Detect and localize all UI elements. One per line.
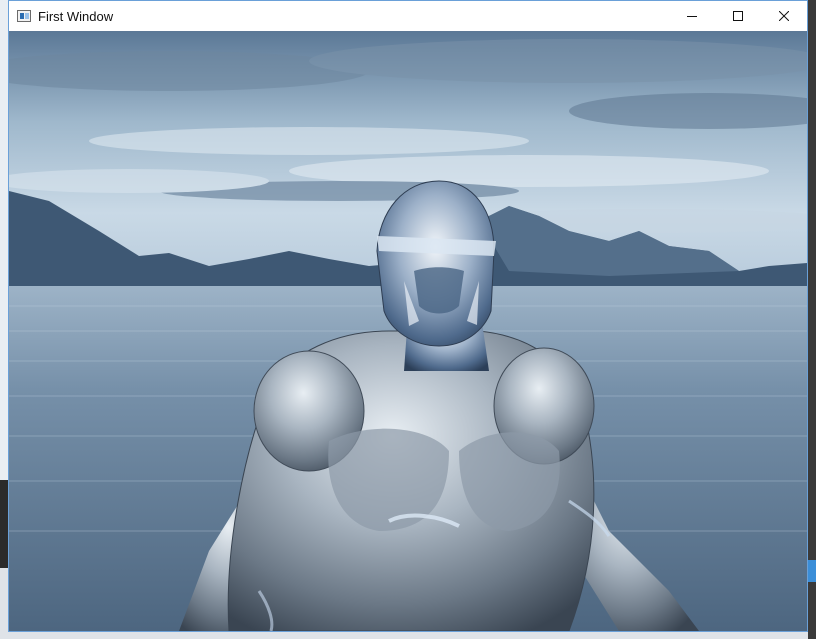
minimize-button[interactable] — [669, 1, 715, 31]
close-button[interactable] — [761, 1, 807, 31]
close-icon — [779, 11, 789, 21]
desktop-accent — [808, 560, 816, 582]
maximize-button[interactable] — [715, 1, 761, 31]
window-title: First Window — [38, 8, 114, 24]
app-window: First Window — [8, 0, 808, 632]
minimize-icon — [687, 16, 697, 17]
maximize-icon — [733, 11, 743, 21]
application-icon — [17, 10, 31, 22]
scene-canvas — [9, 31, 807, 631]
desktop-background-right — [808, 0, 816, 639]
caption-buttons — [669, 1, 807, 31]
title-bar[interactable]: First Window — [9, 1, 807, 31]
render-viewport[interactable] — [9, 31, 807, 631]
